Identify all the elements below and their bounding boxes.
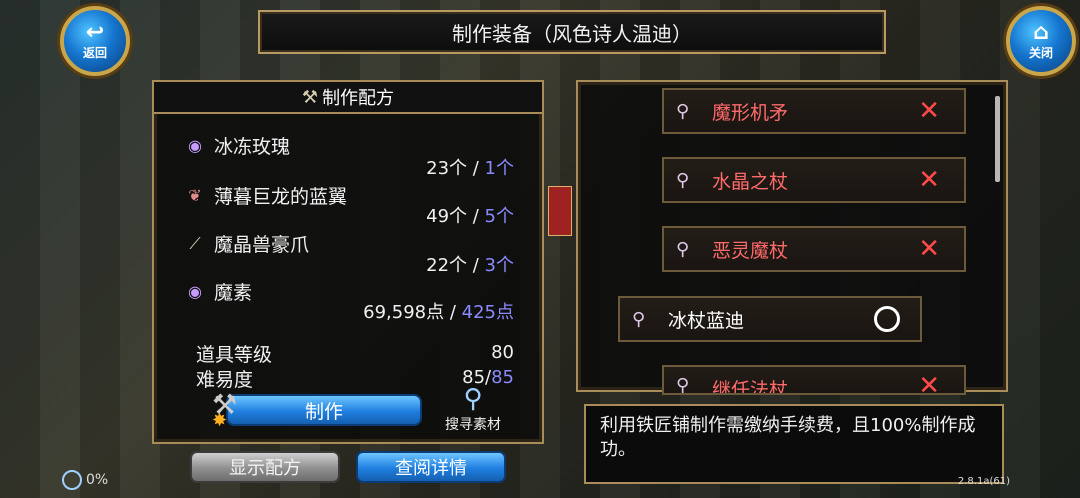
material-name: ❦ 薄暮巨龙的蓝翼 [186,182,347,209]
description-box: 利用铁匠铺制作需缴纳手续费，且100%制作成功。 [584,404,1004,484]
unavailable-icon: ✕ [918,96,940,126]
page-title: 制作装备（风色诗人温迪） [258,10,886,54]
unavailable-icon: ✕ [918,165,940,195]
material-quantity: 49个 / 5个 [426,206,514,227]
magnifier-icon: ⚲ [463,384,483,414]
back-label: 返回 [82,45,107,60]
progress-circle-icon [62,470,82,490]
material-name: ⟋ 魔晶兽豪爪 [186,230,309,257]
equipment-item[interactable]: ⚲ 继任法杖 ✕ [662,365,966,395]
unavailable-icon: ✕ [918,234,940,264]
search-materials-button[interactable]: ⚲ 搜寻素材 [440,384,506,434]
staff-icon: ⚲ [676,100,690,122]
available-circle-icon [874,306,900,332]
equipment-name: 魔形机矛 [712,101,789,124]
make-label: 制作 [304,400,343,423]
material-quantity: 23个 / 1个 [426,158,514,179]
item-level-label: 道具等级 [196,344,273,366]
equipment-item[interactable]: ⚲ 水晶之杖 ✕ [662,157,966,203]
version-text: 2.8.1a(61) [957,476,1010,487]
recipe-header: ⚒ 制作配方 [152,80,544,114]
close-button[interactable]: ⌂ 关闭 [1006,6,1076,76]
make-button[interactable]: 制作 [226,394,422,426]
home-icon: ⌂ [1033,19,1049,45]
purple-gem-icon: ◉ [188,282,202,301]
back-button[interactable]: ↩ 返回 [60,6,130,76]
background-poster [548,186,572,236]
equipment-name: 恶灵魔杖 [712,239,789,262]
item-level-value: 80 [491,342,514,363]
staff-icon: ⚲ [676,169,690,191]
equipment-name: 水晶之杖 [712,170,789,193]
purple-gem-icon: ◉ [188,136,202,155]
equipment-scrollbar[interactable] [995,96,1000,182]
staff-icon: ⚲ [632,308,646,330]
equipment-name: 冰杖蓝迪 [668,309,745,332]
progress-indicator: 0% [62,470,108,490]
show-recipe-button[interactable]: 显示配方 [190,451,340,483]
spark-icon: ✸ [212,410,228,431]
equipment-item-selected[interactable]: ⚲ 冰杖蓝迪 [618,296,922,342]
search-label: 搜寻素材 [445,417,501,433]
progress-text: 0% [86,472,109,488]
material-quantity: 69,598点 / 425点 [363,302,514,323]
staff-icon: ⚲ [676,375,690,395]
back-arrow-icon: ↩ [85,19,105,45]
material-name: ◉ 魔素 [186,278,252,305]
wing-icon: ❦ [188,186,202,205]
recipe-title: 制作配方 [322,88,395,109]
equipment-name: 继任法杖 [712,379,789,395]
view-details-button[interactable]: 查阅详情 [356,451,506,483]
material-name: ◉ 冰冻玫瑰 [186,132,290,159]
claw-icon: ⟋ [189,233,201,253]
staff-icon: ⚲ [676,238,690,260]
equipment-item[interactable]: ⚲ 恶灵魔杖 ✕ [662,226,966,272]
close-label: 关闭 [1028,45,1053,60]
equipment-item[interactable]: ⚲ 魔形机矛 ✕ [662,88,966,134]
material-quantity: 22个 / 3个 [426,255,514,276]
unavailable-icon: ✕ [918,371,940,395]
recipe-book-icon: ⚒ [301,86,319,108]
